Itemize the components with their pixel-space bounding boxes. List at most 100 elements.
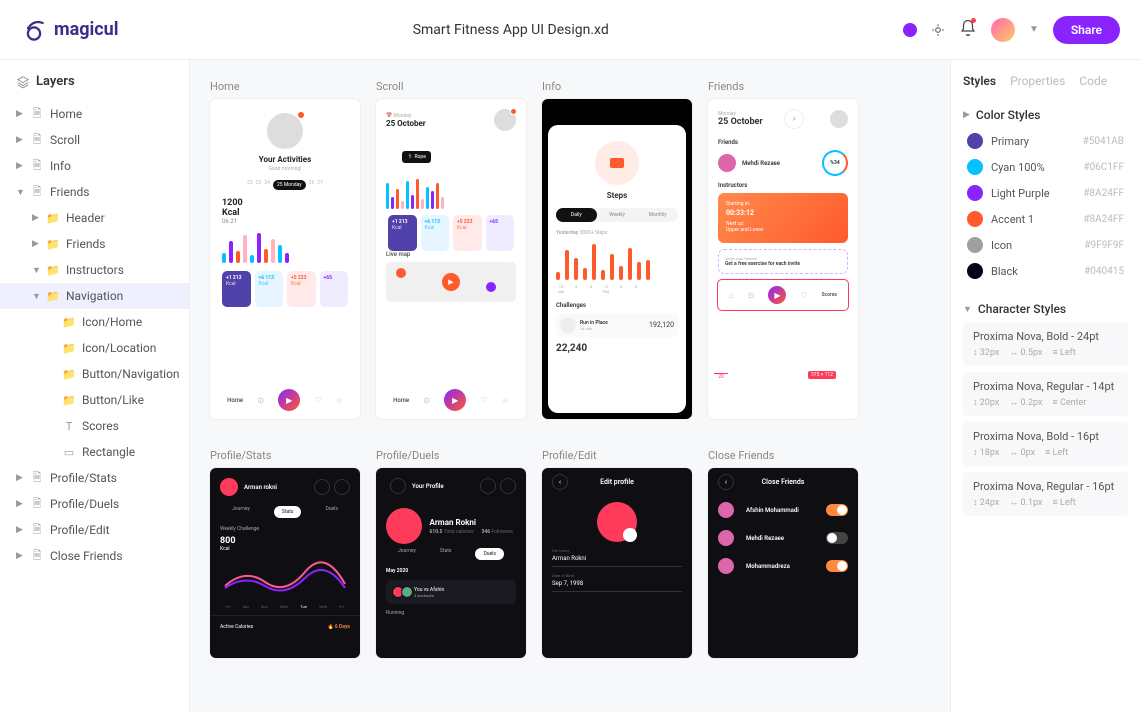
back-icon: ‹ [552,474,568,490]
layer-item[interactable]: ▶🗎Home [0,101,189,127]
tab-code[interactable]: Code [1079,74,1107,88]
page-icon: 🗎 [30,550,44,562]
artboard-info[interactable]: Steps DailyWeeklyMonthly Yesterday 3000+… [542,99,692,419]
layer-label: Friends [66,237,105,251]
properties-tabs: Styles Properties Code [963,74,1128,88]
layer-item[interactable]: 📁Icon/Home [0,309,189,335]
color-styles-header[interactable]: ▶Color Styles [963,102,1128,128]
page-icon: 🗎 [30,108,44,120]
friend-toggle-row[interactable]: Mehdi Rezaee [708,524,858,552]
layer-label: Button/Navigation [82,367,180,381]
chevron-down-icon[interactable]: ▼ [1029,24,1039,35]
calendar-icon: 📅 [386,113,392,119]
color-style-row[interactable]: Accent 1#8A24FF [963,206,1128,232]
color-style-row[interactable]: Light Purple#8A24FF [963,180,1128,206]
play-button-icon: ▶ [768,286,786,304]
page-icon: 🗎 [30,134,44,146]
layer-item[interactable]: ▶🗎Profile/Stats [0,465,189,491]
close-icon [390,478,406,494]
brand-logo[interactable]: magicul [20,16,119,44]
page-icon: 🗎 [30,186,44,198]
user-avatar[interactable] [991,18,1015,42]
scroll-chart [376,165,526,209]
color-swatch-icon [967,263,983,279]
layer-label: Profile/Stats [50,471,117,485]
artboard-profile-duels[interactable]: Your Profile Arman Rokni 610.5 Total cal… [376,468,526,658]
artboard-scroll[interactable]: 📅 Monday 25 October 🏃 Rope +1 213Kcal +6… [376,99,526,419]
page-icon: 🗎 [30,498,44,510]
layer-label: Friends [50,185,89,199]
artboard-label: Friends [708,80,858,93]
chart-tooltip: 🏃 Rope [402,151,431,163]
layer-item[interactable]: ▶📁Friends [0,231,189,257]
layer-item[interactable]: ▶🗎Close Friends [0,543,189,569]
avatar-icon [267,113,303,149]
invite-card: Invite your friends Get a free exercise … [718,249,848,274]
layer-item[interactable]: ▼📁Instructors [0,257,189,283]
progress-ring-icon: %34 [822,150,848,176]
color-style-row[interactable]: Primary#5041AB [963,128,1128,154]
friend-toggle-row[interactable]: Mohammadreza [708,552,858,580]
artboard-label: Info [542,80,692,93]
live-map-title: Live map [376,251,526,258]
layer-item[interactable]: TScores [0,413,189,439]
steps-chart [556,240,678,280]
artboard-profile-edit[interactable]: ‹Edit profile Full nameArman Rokni Date … [542,468,692,658]
character-styles-header[interactable]: ▼Character Styles [963,296,1128,322]
text-icon: T [62,420,76,432]
artboard-friends[interactable]: Monday 25 October ⌕ Friends Mehdi Rezaee… [708,99,858,419]
layer-item[interactable]: ▶🗎Scroll [0,127,189,153]
tab-properties[interactable]: Properties [1010,74,1065,88]
tab-styles[interactable]: Styles [963,74,996,88]
toggle[interactable] [826,532,848,544]
character-style-row[interactable]: Proxima Nova, Regular - 14pt↕ 20px↔ 0.2p… [963,372,1128,416]
layer-item[interactable]: ▼📁Navigation [0,283,189,309]
friend-toggle-row[interactable]: Afshin Mohammadi [708,496,858,524]
canvas[interactable]: Home Your Activities Good morning! 22232… [190,60,950,712]
sun-icon[interactable] [931,23,945,37]
layer-item[interactable]: ▶🗎Info [0,153,189,179]
notifications-button[interactable] [959,19,977,40]
layer-label: Profile/Duels [50,497,119,511]
dimension-badge: 375 × 112 [808,371,836,379]
layers-title: Layers [0,74,189,101]
layer-item[interactable]: ▼🗎Friends [0,179,189,205]
character-style-row[interactable]: Proxima Nova, Bold - 24pt↕ 32px↔ 0.5px≡ … [963,322,1128,366]
artboard-label: Home [210,80,360,93]
layer-item[interactable]: 📁Button/Like [0,387,189,413]
star-icon: ☆ [336,396,343,405]
layer-label: Icon/Location [82,341,156,355]
search-icon: ⌕ [784,109,804,129]
color-swatch-icon [967,159,983,175]
color-style-row[interactable]: Cyan 100%#06C1FF [963,154,1128,180]
toggle[interactable] [826,560,848,572]
artboard-profile-stats[interactable]: Arman rokni JourneyStatsDuels Weekly Cha… [210,468,360,658]
layer-item[interactable]: ▶📁Header [0,205,189,231]
color-style-row[interactable]: Icon#9F9F9F [963,232,1128,258]
theme-dot-icon[interactable] [903,23,917,37]
color-style-row[interactable]: Black#040415 [963,258,1128,284]
bell-icon [334,479,350,495]
color-swatch-icon [967,211,983,227]
layers-panel: Layers ▶🗎Home▶🗎Scroll▶🗎Info▼🗎Friends▶📁He… [0,60,190,712]
time-segment: DailyWeeklyMonthly [556,208,678,222]
layers-icon [16,75,30,89]
selected-nav-group[interactable]: ⌂⊙ ▶ ♡Scores [718,280,848,310]
layer-item[interactable]: 📁Button/Navigation [0,361,189,387]
artboard-label: Close Friends [708,449,858,462]
folder-icon: 📁 [62,394,76,406]
toggle[interactable] [826,504,848,516]
character-style-row[interactable]: Proxima Nova, Regular - 16pt↕ 24px↔ 0.1p… [963,472,1128,516]
artboard-close-friends[interactable]: ‹Close Friends Afshin MohammadiMehdi Rez… [708,468,858,658]
share-button[interactable]: Share [1053,16,1120,44]
character-style-row[interactable]: Proxima Nova, Bold - 16pt↕ 18px↔ 0px≡ Le… [963,422,1128,466]
color-swatch-icon [967,133,983,149]
layer-label: Navigation [66,289,123,303]
layer-item[interactable]: ▶🗎Profile/Duels [0,491,189,517]
layer-label: Instructors [66,263,124,277]
layer-item[interactable]: 📁Icon/Location [0,335,189,361]
gear-icon [480,478,496,494]
layer-item[interactable]: ▶🗎Profile/Edit [0,517,189,543]
layer-item[interactable]: ▭Rectangle [0,439,189,465]
artboard-home[interactable]: Your Activities Good morning! 222324 25 … [210,99,360,419]
